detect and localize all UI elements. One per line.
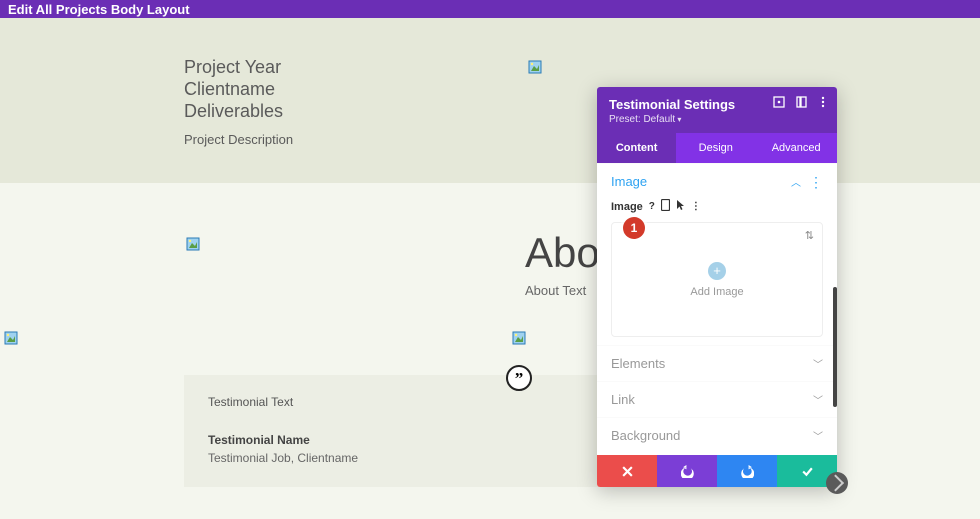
snap-icon[interactable] (795, 95, 807, 113)
chevron-down-icon: ﹀ (813, 428, 823, 443)
panel-footer (597, 455, 837, 487)
project-desc: Project Description (184, 132, 293, 147)
project-clientname: Clientname (184, 78, 293, 100)
filters-icon[interactable]: ⇅ (805, 229, 814, 242)
about-text: About Text (525, 283, 586, 298)
panel-scrollbar[interactable] (833, 287, 837, 407)
panel-preset[interactable]: Preset: Default (609, 114, 825, 125)
tablet-icon[interactable] (661, 199, 670, 214)
top-bar-title: Edit All Projects Body Layout (8, 2, 190, 17)
hover-icon[interactable] (676, 199, 685, 214)
panel-tabs: Content Design Advanced (597, 133, 837, 163)
settings-panel[interactable]: Testimonial Settings Preset: Default Con… (597, 87, 837, 487)
panel-header[interactable]: Testimonial Settings Preset: Default (597, 87, 837, 133)
broken-image-icon (186, 237, 200, 251)
top-bar: Edit All Projects Body Layout (0, 0, 980, 18)
plus-icon: + (708, 262, 726, 280)
more-icon[interactable]: ⋮ (809, 175, 823, 189)
group-background-head[interactable]: Background ﹀ (597, 417, 837, 453)
group-elements-head[interactable]: Elements ﹀ (597, 345, 837, 381)
group-elements-label: Elements (611, 356, 665, 371)
tab-design[interactable]: Design (676, 133, 755, 163)
about-heading: Abo (525, 229, 600, 277)
expand-icon[interactable] (773, 95, 785, 113)
add-image-box[interactable]: ⇅ + Add Image (611, 222, 823, 337)
broken-image-icon (4, 331, 18, 345)
cancel-button[interactable] (597, 455, 657, 487)
quote-icon: ” (506, 365, 532, 391)
chevron-down-icon: ﹀ (813, 356, 823, 371)
group-link-head[interactable]: Link ﹀ (597, 381, 837, 417)
group-image-label: Image (611, 174, 647, 189)
callout-1: 1 (623, 217, 645, 239)
chevron-down-icon: ﹀ (813, 392, 823, 407)
tab-advanced[interactable]: Advanced (755, 133, 837, 163)
group-link-label: Link (611, 392, 635, 407)
project-deliverables: Deliverables (184, 100, 293, 122)
broken-image-icon (528, 60, 542, 74)
tab-content[interactable]: Content (597, 133, 676, 163)
chevron-up-icon: ︿ (791, 174, 801, 189)
redo-button[interactable] (717, 455, 777, 487)
broken-image-icon (512, 331, 526, 345)
undo-button[interactable] (657, 455, 717, 487)
add-image-label: Add Image (690, 286, 743, 298)
more-icon[interactable]: ⋮ (691, 201, 701, 212)
resize-handle-icon[interactable] (826, 472, 848, 494)
panel-body: Image ︿ ⋮ Image ? ⋮ ⇅ + Add Image Elemen… (597, 163, 837, 455)
option-image-label: Image (611, 201, 643, 213)
project-year: Project Year (184, 56, 293, 78)
more-icon[interactable] (817, 95, 829, 113)
group-background-label: Background (611, 428, 680, 443)
group-image-head[interactable]: Image ︿ ⋮ (597, 163, 837, 199)
project-text-block: Project Year Clientname Deliverables Pro… (184, 56, 293, 147)
help-icon[interactable]: ? (649, 201, 655, 212)
